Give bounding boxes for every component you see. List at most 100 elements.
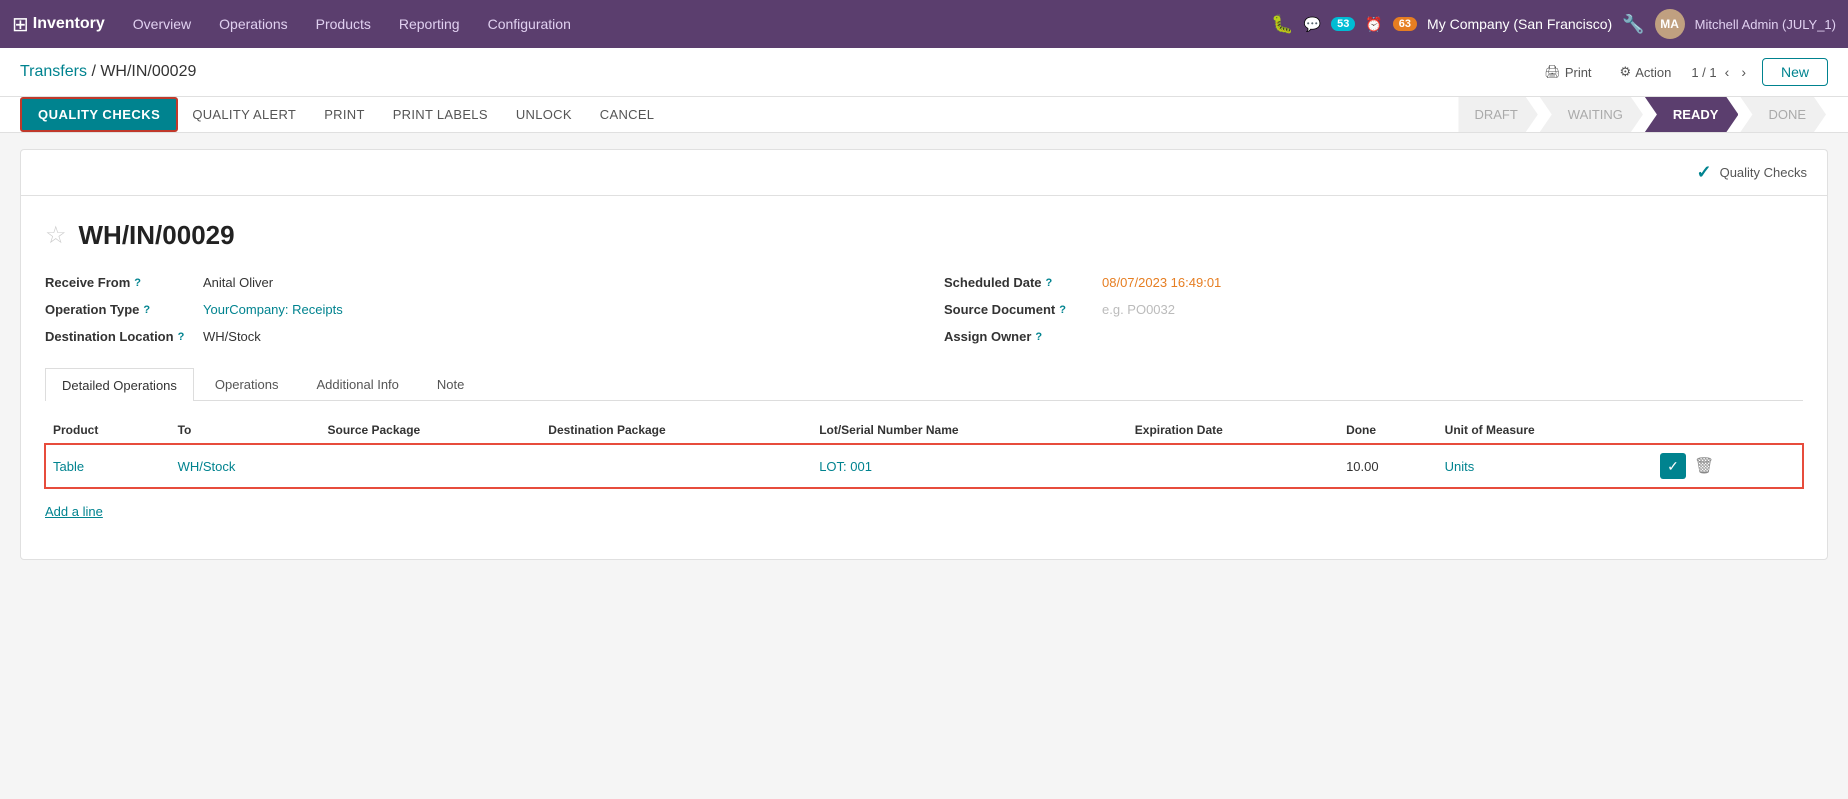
tools-icon[interactable]: 🔧 bbox=[1622, 14, 1644, 35]
to-location-link[interactable]: WH/Stock bbox=[178, 459, 236, 474]
table-row: Table WH/Stock LOT: 001 bbox=[45, 444, 1803, 488]
tabs: Detailed Operations Operations Additiona… bbox=[45, 368, 1803, 401]
main-content: ✓ Quality Checks ☆ WH/IN/00029 Receive F… bbox=[0, 133, 1848, 576]
quality-checks-button[interactable]: QUALITY CHECKS bbox=[20, 97, 178, 132]
scheduled-date-help[interactable]: ? bbox=[1046, 277, 1053, 289]
form-grid: Receive From ? Anital Oliver Operation T… bbox=[45, 275, 1803, 344]
col-dest-package: Destination Package bbox=[540, 417, 811, 444]
nav-products[interactable]: Products bbox=[304, 10, 383, 38]
favorite-star-icon[interactable]: ☆ bbox=[45, 221, 67, 250]
app-name: Inventory bbox=[33, 15, 105, 33]
lot-serial-link[interactable]: LOT: 001 bbox=[819, 459, 872, 474]
col-expiration: Expiration Date bbox=[1127, 417, 1338, 444]
col-uom: Unit of Measure bbox=[1437, 417, 1652, 444]
content-wrapper: ☆ WH/IN/00029 Receive From ? Anital Oliv… bbox=[20, 195, 1828, 560]
next-page-button[interactable]: › bbox=[1737, 62, 1750, 82]
scheduled-date-field: Scheduled Date ? 08/07/2023 16:49:01 bbox=[944, 275, 1803, 290]
nav-overview[interactable]: Overview bbox=[121, 10, 203, 38]
source-document-field: Source Document ? e.g. PO0032 bbox=[944, 302, 1803, 317]
cell-expiration bbox=[1127, 444, 1338, 488]
print-labels-button[interactable]: PRINT LABELS bbox=[379, 97, 502, 132]
page-position: 1 / 1 bbox=[1691, 65, 1716, 80]
clock-icon[interactable]: ⏰ bbox=[1365, 16, 1382, 33]
assign-owner-help[interactable]: ? bbox=[1035, 331, 1042, 343]
col-product: Product bbox=[45, 417, 170, 444]
add-line-container: Add a line bbox=[45, 488, 1803, 535]
new-button[interactable]: New bbox=[1762, 58, 1828, 86]
add-line-link[interactable]: Add a line bbox=[45, 496, 103, 527]
col-lot-serial: Lot/Serial Number Name bbox=[811, 417, 1127, 444]
print-button[interactable]: 🖨 Print bbox=[1536, 60, 1599, 84]
nav-reporting[interactable]: Reporting bbox=[387, 10, 472, 38]
tab-note[interactable]: Note bbox=[420, 368, 481, 400]
col-source-package: Source Package bbox=[319, 417, 540, 444]
app-brand: Inventory bbox=[33, 15, 105, 33]
grid-icon[interactable]: ⊞ bbox=[12, 12, 29, 37]
status-waiting[interactable]: WAITING bbox=[1540, 97, 1643, 132]
nav-configuration[interactable]: Configuration bbox=[476, 10, 583, 38]
assign-owner-field: Assign Owner ? bbox=[944, 329, 1803, 344]
cancel-button[interactable]: CANCEL bbox=[586, 97, 669, 132]
status-bar: DRAFT WAITING READY DONE bbox=[1458, 97, 1828, 132]
row-action-buttons: ✓ 🗑 bbox=[1660, 453, 1795, 479]
company-name: My Company (San Francisco) bbox=[1427, 16, 1612, 32]
col-done: Done bbox=[1338, 417, 1437, 444]
prev-page-button[interactable]: ‹ bbox=[1721, 62, 1734, 82]
destination-help[interactable]: ? bbox=[178, 331, 185, 343]
tab-operations[interactable]: Operations bbox=[198, 368, 296, 400]
destination-location-field: Destination Location ? WH/Stock bbox=[45, 329, 904, 344]
action-bar: QUALITY CHECKS QUALITY ALERT PRINT PRINT… bbox=[0, 97, 1848, 133]
form-left: Receive From ? Anital Oliver Operation T… bbox=[45, 275, 904, 344]
product-link[interactable]: Table bbox=[53, 459, 84, 474]
chat-icon[interactable]: 💬 bbox=[1304, 16, 1321, 33]
status-ready[interactable]: READY bbox=[1645, 97, 1739, 132]
done-value[interactable]: 10.00 bbox=[1346, 459, 1379, 474]
top-navigation: ⊞ Inventory Overview Operations Products… bbox=[0, 0, 1848, 48]
receive-from-value: Anital Oliver bbox=[203, 275, 273, 290]
tab-additional-info[interactable]: Additional Info bbox=[300, 368, 416, 400]
col-actions bbox=[1652, 417, 1803, 444]
print-action-button[interactable]: PRINT bbox=[310, 97, 379, 132]
table-header-row: Product To Source Package Destination Pa… bbox=[45, 417, 1803, 444]
unlock-button[interactable]: UNLOCK bbox=[502, 97, 586, 132]
username: Mitchell Admin (JULY_1) bbox=[1695, 17, 1836, 32]
scheduled-date-value[interactable]: 08/07/2023 16:49:01 bbox=[1102, 275, 1221, 290]
source-document-value[interactable]: e.g. PO0032 bbox=[1102, 302, 1175, 317]
scheduled-date-label: Scheduled Date ? bbox=[944, 275, 1094, 290]
status-draft[interactable]: DRAFT bbox=[1458, 97, 1537, 132]
top-nav-right: 🐛 💬 53 ⏰ 63 My Company (San Francisco) 🔧… bbox=[1271, 9, 1836, 39]
quality-check-icon: ✓ bbox=[1696, 162, 1711, 183]
quality-checks-label[interactable]: Quality Checks bbox=[1720, 165, 1807, 180]
assign-owner-label: Assign Owner ? bbox=[944, 329, 1094, 344]
chat-badge: 53 bbox=[1331, 17, 1355, 31]
nav-operations[interactable]: Operations bbox=[207, 10, 299, 38]
receive-from-help[interactable]: ? bbox=[134, 277, 141, 289]
operation-type-field: Operation Type ? YourCompany: Receipts bbox=[45, 302, 904, 317]
operation-type-value[interactable]: YourCompany: Receipts bbox=[203, 302, 343, 317]
col-to: To bbox=[170, 417, 320, 444]
confirm-row-button[interactable]: ✓ bbox=[1660, 453, 1686, 479]
breadcrumb-parent[interactable]: Transfers bbox=[20, 63, 87, 80]
delete-row-button[interactable]: 🗑 bbox=[1690, 454, 1718, 478]
cell-row-actions: ✓ 🗑 bbox=[1652, 444, 1803, 488]
avatar[interactable]: MA bbox=[1655, 9, 1685, 39]
operations-table: Product To Source Package Destination Pa… bbox=[45, 417, 1803, 488]
action-button[interactable]: ⚙ Action bbox=[1612, 60, 1680, 84]
page-nav: 1 / 1 ‹ › bbox=[1691, 62, 1750, 82]
cell-product: Table bbox=[45, 444, 170, 488]
status-done[interactable]: DONE bbox=[1740, 97, 1826, 132]
tab-detailed-operations[interactable]: Detailed Operations bbox=[45, 368, 194, 401]
cell-lot-serial: LOT: 001 bbox=[811, 444, 1127, 488]
bug-icon[interactable]: 🐛 bbox=[1271, 14, 1293, 35]
page-header: Transfers / WH/IN/00029 🖨 Print ⚙ Action… bbox=[0, 48, 1848, 97]
operation-type-label: Operation Type ? bbox=[45, 302, 195, 317]
quality-alert-button[interactable]: QUALITY ALERT bbox=[178, 97, 310, 132]
breadcrumb-sep: / bbox=[91, 63, 100, 80]
cell-dest-package bbox=[540, 444, 811, 488]
record-title: ☆ WH/IN/00029 bbox=[45, 220, 1803, 251]
cell-to: WH/Stock bbox=[170, 444, 320, 488]
operation-type-help[interactable]: ? bbox=[143, 304, 150, 316]
source-doc-help[interactable]: ? bbox=[1059, 304, 1066, 316]
cell-uom: Units bbox=[1437, 444, 1652, 488]
cell-done: 10.00 bbox=[1338, 444, 1437, 488]
